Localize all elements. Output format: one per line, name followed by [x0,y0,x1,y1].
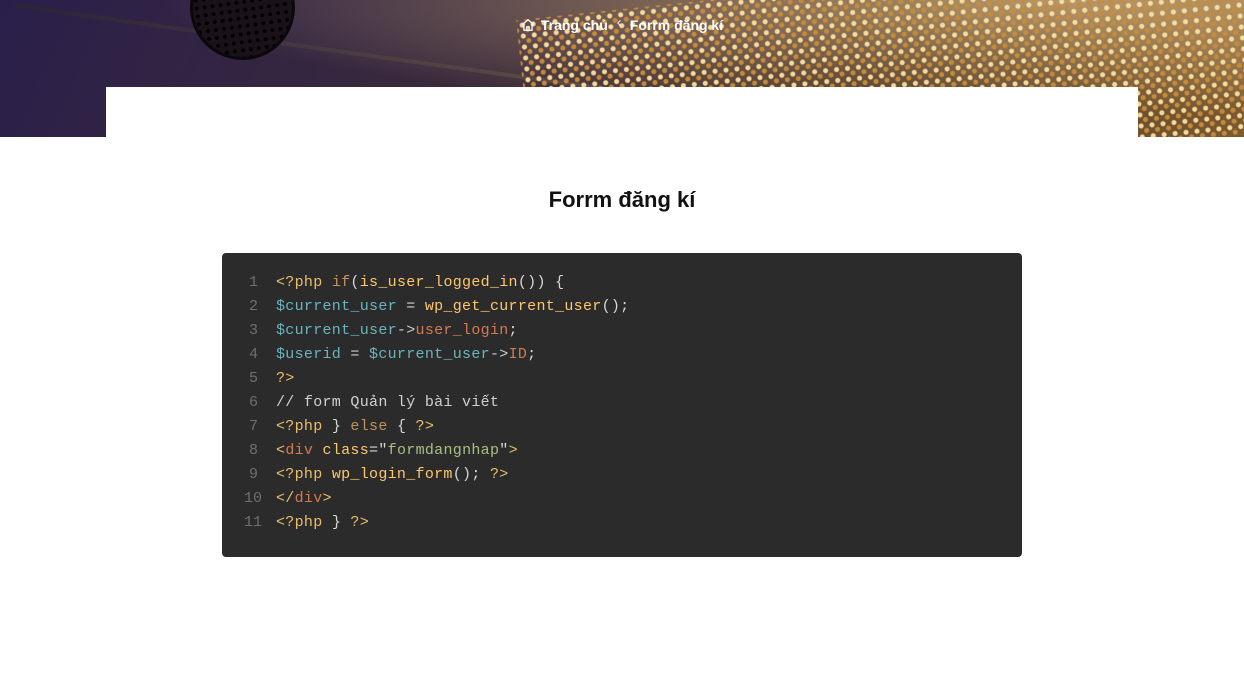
code-content: <div class="formdangnhap"> [276,439,518,463]
page-card: Forrm đăng kí 1<?php if(is_user_logged_i… [106,87,1138,683]
code-line: 9<?php wp_login_form(); ?> [244,463,1000,487]
code-line: 4$userid = $current_user->ID; [244,343,1000,367]
line-number: 11 [244,511,276,535]
code-content: ?> [276,367,295,391]
line-number: 1 [244,271,276,295]
code-line: 3$current_user->user_login; [244,319,1000,343]
code-content: </div> [276,487,332,511]
line-number: 7 [244,415,276,439]
code-line: 2$current_user = wp_get_current_user(); [244,295,1000,319]
code-line: 5?> [244,367,1000,391]
page-title: Forrm đăng kí [106,187,1138,213]
line-number: 2 [244,295,276,319]
code-content: <?php if(is_user_logged_in()) { [276,271,564,295]
code-line: 8<div class="formdangnhap"> [244,439,1000,463]
line-number: 5 [244,367,276,391]
line-number: 8 [244,439,276,463]
breadcrumb-home-link[interactable]: Trang chủ [541,17,608,33]
line-number: 9 [244,463,276,487]
code-line: 6// form Quản lý bài viết [244,391,1000,415]
breadcrumb: Trang chủ Forrm đăng kí [0,16,1244,33]
code-content: $current_user = wp_get_current_user(); [276,295,629,319]
code-block: 1<?php if(is_user_logged_in()) {2$curren… [222,253,1022,557]
line-number: 4 [244,343,276,367]
home-icon [521,18,535,32]
code-content: $userid = $current_user->ID; [276,343,536,367]
line-number: 3 [244,319,276,343]
code-line: 11<?php } ?> [244,511,1000,535]
code-line: 7<?php } else { ?> [244,415,1000,439]
line-number: 10 [244,487,276,511]
code-content: $current_user->user_login; [276,319,518,343]
chevron-left-icon [614,16,624,33]
code-line: 1<?php if(is_user_logged_in()) { [244,271,1000,295]
code-content: <?php } else { ?> [276,415,434,439]
code-content: // form Quản lý bài viết [276,391,499,415]
breadcrumb-current: Forrm đăng kí [630,17,723,33]
code-content: <?php } ?> [276,511,369,535]
line-number: 6 [244,391,276,415]
code-content: <?php wp_login_form(); ?> [276,463,509,487]
code-line: 10</div> [244,487,1000,511]
